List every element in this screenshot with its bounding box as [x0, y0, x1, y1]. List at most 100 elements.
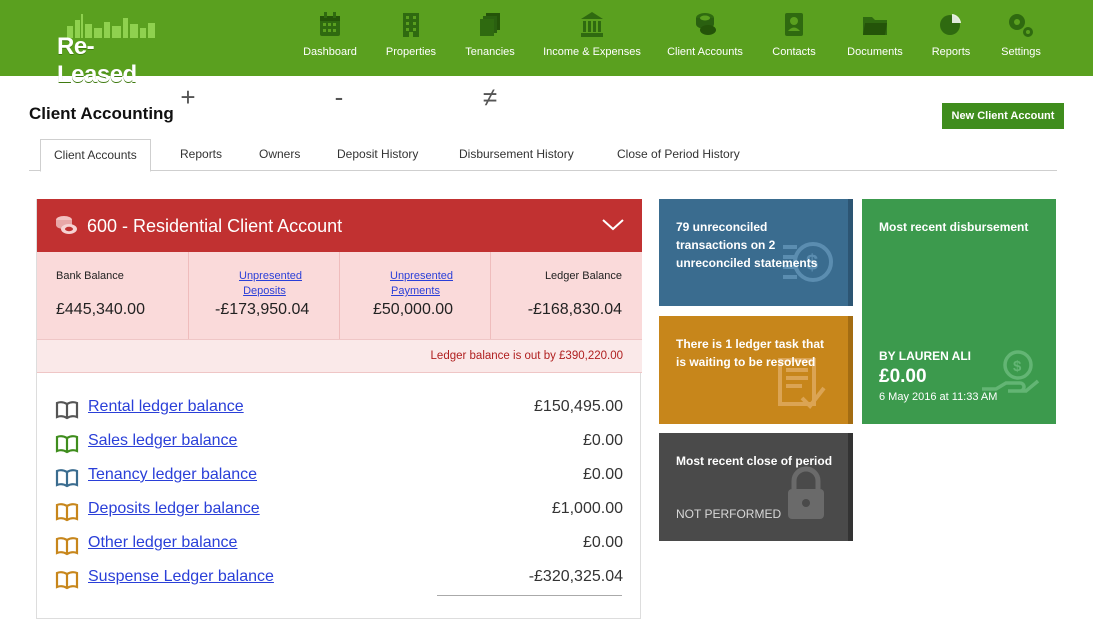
new-client-account-button[interactable]: New Client Account: [942, 103, 1064, 129]
disbursement-by: BY LAUREN ALI: [879, 349, 972, 363]
suspense-ledger-link[interactable]: Suspense Ledger balance: [88, 568, 274, 586]
nav-label: Income & Expenses: [543, 46, 641, 58]
book-icon: [55, 435, 79, 454]
list-item: Tenancy ledger balance £0.00: [37, 463, 642, 497]
folder-icon: [863, 17, 887, 35]
unpresented-deposits-link[interactable]: Unpresented Deposits: [189, 269, 340, 299]
total-divider: [437, 595, 622, 596]
nav-label: Documents: [847, 46, 903, 58]
tab-owners[interactable]: Owners: [246, 139, 313, 171]
ledger-amount: £0.00: [582, 534, 623, 551]
chevron-down-icon[interactable]: [602, 219, 624, 231]
unpresented-payments-value: £50,000.00: [373, 301, 454, 318]
tile-edge: [848, 199, 853, 306]
nav-reports[interactable]: Reports: [926, 10, 976, 68]
balance-summary: Bank Balance £445,340.00 Unpresented Dep…: [37, 252, 642, 339]
nav-contacts[interactable]: Contacts: [766, 10, 822, 68]
nav-tenancies[interactable]: Tenancies: [460, 10, 520, 68]
account-header[interactable]: 600 - Residential Client Account: [37, 199, 642, 252]
lock-watermark-icon: [788, 466, 824, 519]
nav-properties[interactable]: Properties: [381, 10, 441, 68]
ledger-task-tile[interactable]: There is 1 ledger task that is waiting t…: [659, 316, 853, 424]
deposits-ledger-link[interactable]: Deposits ledger balance: [88, 500, 260, 518]
book-icon: [55, 537, 79, 556]
nav-documents[interactable]: Documents: [842, 10, 908, 68]
list-item: Rental ledger balance £150,495.00: [37, 395, 642, 429]
unpresented-deposits: Unpresented Deposits -£173,950.04: [188, 252, 339, 339]
account-title: 600 - Residential Client Account: [87, 216, 343, 236]
pie-chart-icon: [940, 14, 961, 35]
disbursement-tile[interactable]: $ Most recent disbursement BY LAUREN ALI…: [862, 199, 1056, 424]
nav-label: Client Accounts: [667, 46, 743, 58]
not-equal-operator: ≠: [482, 82, 498, 112]
ledger-out-message: Ledger balance is out by £390,220.00: [430, 350, 623, 362]
unpresented-deposits-value: -£173,950.04: [215, 301, 310, 318]
bank-balance-label: Bank Balance: [56, 270, 124, 282]
close-of-period-status: NOT PERFORMED: [676, 507, 782, 521]
sales-ledger-link[interactable]: Sales ledger balance: [88, 432, 237, 450]
list-item: Suspense Ledger balance -£320,325.04: [37, 565, 642, 599]
page-title: Client Accounting: [29, 104, 174, 123]
ledger-balance-label: Ledger Balance: [544, 270, 622, 282]
nav-income-expenses[interactable]: Income & Expenses: [541, 10, 643, 68]
nav-label: Dashboard: [303, 46, 357, 58]
nav-settings[interactable]: Settings: [994, 10, 1048, 68]
list-item: Sales ledger balance £0.00: [37, 429, 642, 463]
coins-icon: [696, 13, 716, 35]
unreconciled-text: 79 unreconciled transactions on 2 unreco…: [676, 220, 818, 270]
tab-deposit-history[interactable]: Deposit History: [324, 139, 431, 171]
ledger-amount: £150,495.00: [534, 398, 623, 415]
list-item: Other ledger balance £0.00: [37, 531, 642, 565]
tab-close-of-period-history[interactable]: Close of Period History: [604, 139, 753, 171]
ledger-amount: £1,000.00: [551, 500, 623, 517]
ledger-balance: Ledger Balance -£168,830.04: [490, 252, 641, 339]
tab-client-accounts[interactable]: Client Accounts: [40, 139, 151, 172]
book-icon: [55, 571, 79, 590]
list-item: Deposits ledger balance £1,000.00: [37, 497, 642, 531]
nav-label: Tenancies: [465, 46, 515, 58]
tab-bar: Client Accounts Reports Owners Deposit H…: [29, 139, 1057, 172]
calendar-icon: [320, 12, 340, 36]
gears-icon: [1009, 14, 1033, 37]
top-nav-bar: Re-Leased Dashboard Properties Tenancies…: [0, 0, 1093, 88]
book-icon: [55, 503, 79, 522]
coins-icon: [56, 216, 77, 234]
book-icon: [55, 401, 79, 420]
tile-edge: [848, 316, 853, 424]
ledger-amount: £0.00: [582, 432, 623, 449]
nav-client-accounts[interactable]: Client Accounts: [662, 10, 748, 68]
tenancy-ledger-link[interactable]: Tenancy ledger balance: [88, 466, 257, 484]
minus-operator: -: [334, 82, 344, 112]
nav-label: Contacts: [772, 46, 816, 58]
tile-edge: [848, 433, 853, 541]
bank-balance-value: £445,340.00: [56, 301, 145, 318]
ledger-amount: £0.00: [582, 466, 623, 483]
re-leased-logo[interactable]: Re-Leased: [57, 12, 167, 88]
nav-label: Settings: [1001, 46, 1041, 58]
tab-reports[interactable]: Reports: [167, 139, 235, 171]
disbursement-date: 6 May 2016 at 11:33 AM: [879, 391, 998, 403]
nav-label: Reports: [931, 46, 971, 58]
tab-disbursement-history[interactable]: Disbursement History: [446, 139, 587, 171]
ledger-task-text: There is 1 ledger task that is waiting t…: [676, 337, 825, 369]
bank-balance: Bank Balance £445,340.00: [37, 252, 188, 339]
documents-stack-icon: [480, 13, 500, 36]
bank-icon: [581, 12, 603, 37]
unreconciled-tile[interactable]: $ 79 unreconciled transactions on 2 unre…: [659, 199, 853, 306]
close-of-period-tile[interactable]: Most recent close of period NOT PERFORME…: [659, 433, 853, 541]
contact-card-icon: [785, 13, 803, 36]
building-icon: [403, 13, 419, 37]
rental-ledger-link[interactable]: Rental ledger balance: [88, 398, 244, 416]
nav-dashboard[interactable]: Dashboard: [300, 10, 360, 68]
unpresented-payments-link[interactable]: Unpresented Payments: [340, 269, 491, 299]
book-icon: [55, 469, 79, 488]
disbursement-title: Most recent disbursement: [879, 220, 1029, 234]
unpresented-payments: Unpresented Payments £50,000.00: [339, 252, 490, 339]
logo-text: Re-Leased: [57, 33, 137, 88]
nav-label: Properties: [385, 46, 437, 58]
other-ledger-link[interactable]: Other ledger balance: [88, 534, 237, 552]
ledger-amount: -£320,325.04: [528, 568, 623, 585]
close-of-period-title: Most recent close of period: [676, 454, 833, 468]
ledger-balance-value: -£168,830.04: [527, 301, 622, 318]
disbursement-amount: £0.00: [879, 366, 927, 387]
